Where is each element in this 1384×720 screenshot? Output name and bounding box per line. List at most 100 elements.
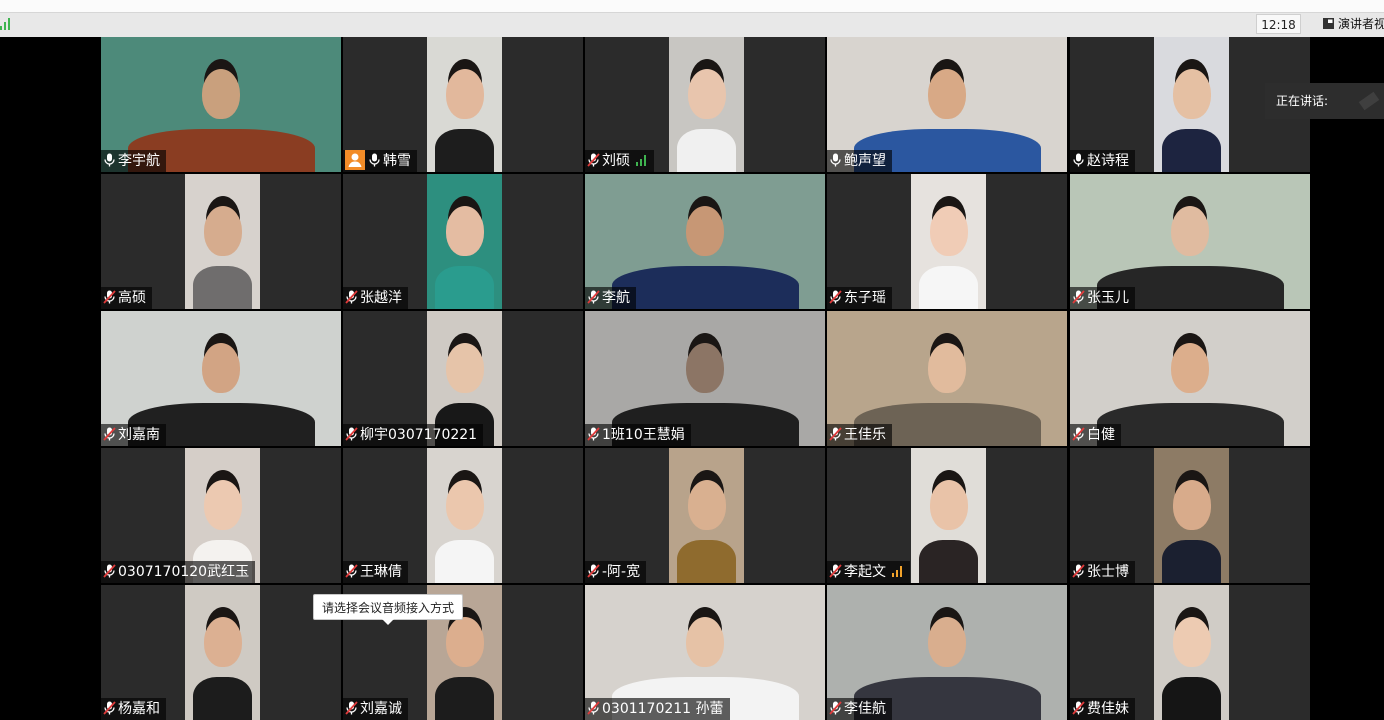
mic-muted-icon <box>345 426 358 441</box>
participant-tile[interactable]: 王琳倩 <box>343 448 583 583</box>
meeting-clock: 12:18 <box>1256 14 1301 34</box>
participant-video <box>1154 585 1229 720</box>
participant-tile[interactable]: 韩雪 <box>343 37 583 172</box>
participant-tile[interactable]: 刘硕 <box>585 37 825 172</box>
participant-tile[interactable]: 东子瑶 <box>827 174 1067 309</box>
participant-name: 李航 <box>602 290 630 306</box>
participant-name-tag: 张越洋 <box>343 287 408 309</box>
participant-name-tag: 王佳乐 <box>827 424 892 446</box>
meeting-toolbar: 12:18 演讲者视 <box>0 0 1384 37</box>
participant-name: 刘嘉南 <box>118 427 160 443</box>
speaking-label: 正在讲话: <box>1276 94 1329 108</box>
participant-name: 王琳倩 <box>360 564 402 580</box>
participant-tile[interactable]: 李起文 <box>827 448 1067 583</box>
participant-video <box>185 174 260 309</box>
participant-name-tag: 韩雪 <box>343 150 417 172</box>
participant-name-tag: 李起文 <box>827 561 910 583</box>
speaker-view-button[interactable]: 演讲者视 <box>1318 14 1384 34</box>
mic-muted-icon <box>587 426 600 441</box>
participant-name: 费佳妹 <box>1087 701 1129 717</box>
participant-name-tag: 刘嘉诚 <box>343 698 408 720</box>
participant-name: 刘嘉诚 <box>360 701 402 717</box>
participant-name-tag: 0301170211 孙蕾 <box>585 698 730 720</box>
mic-icon <box>1072 152 1085 167</box>
pen-icon <box>1358 91 1380 111</box>
participant-tile[interactable]: 李佳航 <box>827 585 1067 720</box>
participant-name: 刘硕 <box>602 153 630 169</box>
participant-tile[interactable]: 鲍声望 <box>827 37 1067 172</box>
participant-name: 1班10王慧娟 <box>602 427 685 443</box>
host-badge-icon <box>345 150 365 170</box>
participant-tile[interactable]: -阿-宽 <box>585 448 825 583</box>
participant-name-tag: 张士博 <box>1070 561 1135 583</box>
participant-name-tag: 张玉儿 <box>1070 287 1135 309</box>
participant-tile[interactable]: 李航 <box>585 174 825 309</box>
participant-name: 王佳乐 <box>844 427 886 443</box>
speaker-view-label: 演讲者视 <box>1338 17 1384 31</box>
participant-name-tag: 赵诗程 <box>1070 150 1135 172</box>
participant-name-tag: 白健 <box>1070 424 1121 446</box>
participant-video <box>1154 448 1229 583</box>
participant-name: 东子瑶 <box>844 290 886 306</box>
participant-gallery: 李宇航 韩雪 刘硕 鲍声望 赵诗程高硕 张越洋 李航 东子瑶 张玉儿刘嘉南 柳宇030717022… <box>101 37 1312 720</box>
speaking-indicator-panel: 正在讲话: <box>1265 83 1384 119</box>
participant-name-tag: 0307170120武红玉 <box>101 561 256 583</box>
participant-tile[interactable]: 张士博 <box>1070 448 1310 583</box>
participant-name-tag: 王琳倩 <box>343 561 408 583</box>
participant-tile[interactable]: 白健 <box>1070 311 1310 446</box>
mic-muted-icon <box>103 426 116 441</box>
participant-tile[interactable]: 张越洋 <box>343 174 583 309</box>
participant-video <box>185 585 260 720</box>
participant-name-tag: 鲍声望 <box>827 150 892 172</box>
participant-video <box>427 448 502 583</box>
connection-strength-icon <box>636 155 648 166</box>
mic-muted-icon <box>103 563 116 578</box>
mic-muted-icon <box>345 700 358 715</box>
participant-name: 韩雪 <box>383 153 411 169</box>
participant-name-tag: 李航 <box>585 287 636 309</box>
window-top-strip <box>0 0 1384 13</box>
participant-tile[interactable]: 费佳妹 <box>1070 585 1310 720</box>
participant-tile[interactable]: 0307170120武红玉 <box>101 448 341 583</box>
mic-muted-icon <box>587 700 600 715</box>
participant-tile[interactable]: 张玉儿 <box>1070 174 1310 309</box>
participant-tile[interactable]: 0301170211 孙蕾 <box>585 585 825 720</box>
network-signal-icon <box>0 18 10 30</box>
mic-icon <box>103 152 116 167</box>
participant-video <box>669 37 744 172</box>
participant-name: 白健 <box>1087 427 1115 443</box>
participant-name: 柳宇0307170221 <box>360 427 478 443</box>
participant-name-tag: 高硕 <box>101 287 152 309</box>
participant-name: 李起文 <box>844 564 886 580</box>
participant-tile[interactable]: 杨嘉和 <box>101 585 341 720</box>
mic-muted-icon <box>587 563 600 578</box>
mic-muted-icon <box>587 152 600 167</box>
mic-icon <box>829 152 842 167</box>
participant-tile[interactable]: 刘嘉南 <box>101 311 341 446</box>
audio-join-tooltip[interactable]: 请选择会议音频接入方式 <box>313 594 463 625</box>
participant-name: 张士博 <box>1087 564 1129 580</box>
participant-name-tag: 杨嘉和 <box>101 698 166 720</box>
participant-tile[interactable]: 王佳乐 <box>827 311 1067 446</box>
participant-tile[interactable]: 1班10王慧娟 <box>585 311 825 446</box>
participant-tile[interactable]: 高硕 <box>101 174 341 309</box>
participant-name-tag: 1班10王慧娟 <box>585 424 691 446</box>
participant-name: 赵诗程 <box>1087 153 1129 169</box>
participant-name: 张越洋 <box>360 290 402 306</box>
participant-name: 鲍声望 <box>844 153 886 169</box>
participant-name-tag: 刘硕 <box>585 150 654 172</box>
mic-icon <box>368 152 381 167</box>
participant-name-tag: 刘嘉南 <box>101 424 166 446</box>
mic-muted-icon <box>1072 426 1085 441</box>
participant-video <box>427 174 502 309</box>
participant-tile[interactable]: 柳宇0307170221 <box>343 311 583 446</box>
participant-name: 张玉儿 <box>1087 290 1129 306</box>
layout-icon <box>1323 18 1334 29</box>
participant-name-tag: 柳宇0307170221 <box>343 424 484 446</box>
mic-muted-icon <box>829 289 842 304</box>
participant-tile[interactable]: 李宇航 <box>101 37 341 172</box>
participant-name-tag: -阿-宽 <box>585 561 647 583</box>
mic-muted-icon <box>587 289 600 304</box>
participant-video <box>427 37 502 172</box>
mic-muted-icon <box>1072 700 1085 715</box>
